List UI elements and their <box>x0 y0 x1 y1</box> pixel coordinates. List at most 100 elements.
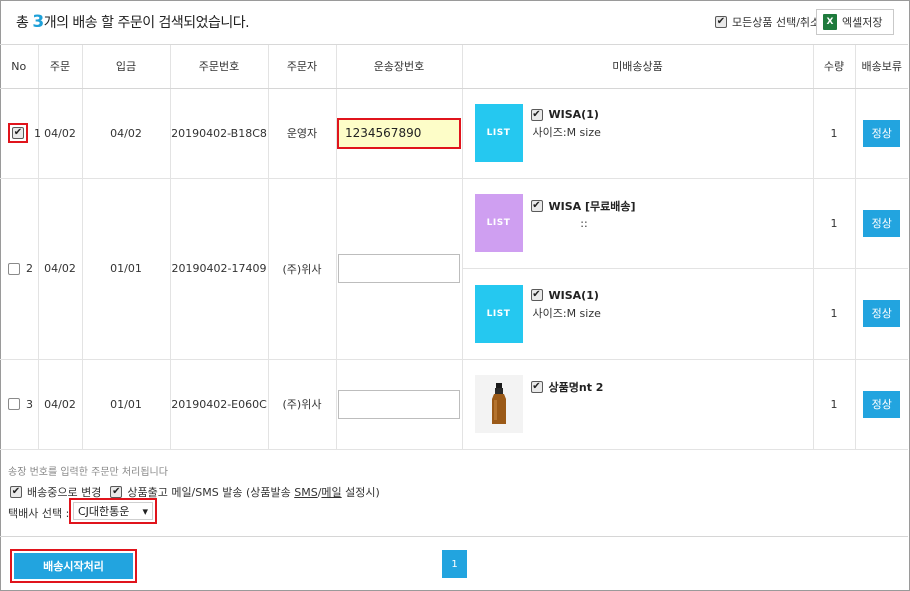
col-qty: 수량 <box>813 45 856 89</box>
product-name[interactable]: WISA(1) <box>549 108 599 121</box>
product-thumbnail[interactable] <box>474 375 523 433</box>
row-number: 2 <box>26 262 33 275</box>
product-name[interactable]: 상품명nt 2 <box>549 379 604 395</box>
order-number[interactable]: 20190402-E060C <box>170 359 269 450</box>
hold-cell: 정상 <box>855 359 908 450</box>
mail-sms-checkbox[interactable]: ✔ <box>110 486 123 498</box>
change-status-checkbox[interactable]: ✔ <box>10 486 22 498</box>
qty-cell: 1 1 <box>813 178 856 360</box>
order-table: No 주문 입금 주문번호 주문자 운송장번호 미배송상품 수량 배송보류 ✔ … <box>0 45 908 450</box>
invoice-input[interactable] <box>338 389 460 419</box>
invoice-input[interactable] <box>338 254 460 283</box>
hold-cell: 정상 정상 <box>855 178 908 360</box>
paid-date: 04/02 <box>82 88 171 179</box>
invoice-cell: 1234567890 <box>336 88 463 179</box>
invoice-cell <box>336 359 463 450</box>
status-button[interactable]: 정상 <box>863 210 901 237</box>
excel-export-label: 엑셀저장 <box>842 16 883 29</box>
row-no-cell: 2 <box>0 178 39 360</box>
courier-highlight: CJ대한통운 ▾ <box>69 498 157 524</box>
start-shipping-highlight: 배송시작처리 <box>10 549 137 583</box>
paid-date: 01/01 <box>82 359 171 450</box>
courier-value: CJ대한통운 <box>78 505 130 518</box>
result-title: 총 3개의 배송 할 주문이 검색되었습니다. <box>16 12 250 32</box>
courier-label: 택배사 선택 : <box>8 507 70 520</box>
customer-name: (주)위사 <box>268 178 337 360</box>
hold-cell: 정상 <box>855 88 908 179</box>
product-cell: LIST ✔ WISA [무료배송] :: LIST ✔ WISA(1) 사이즈:M… <box>462 178 814 360</box>
item-qty: 1 <box>830 307 838 320</box>
sms-settings-link[interactable]: SMS <box>294 486 317 499</box>
product-subrow: LIST ✔ WISA [무료배송] :: <box>462 179 813 269</box>
order-number[interactable]: 20190402-B18C8 <box>170 88 269 179</box>
row-no-cell: 3 <box>0 359 39 450</box>
mail-sms-label: 상품출고 메일/SMS 발송 (상품발송 SMS/메일 설정시) <box>127 484 379 500</box>
product-cell: LIST ✔ WISA(1) 사이즈:M size <box>462 88 814 179</box>
item-checkbox[interactable]: ✔ <box>530 289 543 301</box>
order-date: 04/02 <box>38 88 83 179</box>
table-row: ✔ 1 04/02 04/02 20190402-B18C8 운영자 12345… <box>0 88 908 179</box>
table-row: 3 04/02 01/01 20190402-E060C (주)위사 ✔ 상품명… <box>0 359 908 450</box>
pagination-page[interactable]: 1 <box>442 550 467 578</box>
col-customer: 주문자 <box>268 45 337 89</box>
courier-select[interactable]: CJ대한통운 ▾ <box>73 502 153 520</box>
row-select-highlight: ✔ <box>8 123 28 143</box>
bottle-icon <box>491 383 506 424</box>
row-number: 3 <box>26 397 33 411</box>
product-thumbnail[interactable]: LIST <box>474 104 523 162</box>
col-no: No <box>0 45 39 89</box>
col-products: 미배송상품 <box>462 45 814 89</box>
footer-bar: 배송시작처리 1 <box>0 537 908 590</box>
order-date: 04/02 <box>38 178 83 360</box>
select-all-control[interactable]: ✔ 모든상품 선택/취소 <box>715 14 820 30</box>
col-paid-date: 입금 <box>82 45 171 89</box>
excel-icon: X <box>823 14 837 30</box>
row-number: 1 <box>34 126 41 140</box>
product-option: 사이즈:M size <box>532 306 601 320</box>
table-header-row: No 주문 입금 주문번호 주문자 운송장번호 미배송상품 수량 배송보류 <box>0 45 908 89</box>
product-subrow: LIST ✔ WISA(1) 사이즈:M size <box>463 269 813 359</box>
paid-date: 01/01 <box>82 178 171 360</box>
status-button[interactable]: 정상 <box>863 119 901 147</box>
product-option: 사이즈:M size <box>532 126 601 139</box>
chevron-down-icon: ▾ <box>142 504 148 518</box>
row-checkbox[interactable] <box>8 398 20 410</box>
product-thumbnail[interactable]: LIST <box>474 284 523 343</box>
shipping-options: 송장 번호를 입력한 주문만 처리됩니다 ✔ 배송중으로 변경 ✔ 상품출고 메… <box>0 446 908 537</box>
row-checkbox[interactable]: ✔ <box>12 127 24 139</box>
start-shipping-button[interactable]: 배송시작처리 <box>14 553 133 579</box>
mail-settings-link[interactable]: 메일 <box>321 486 341 499</box>
select-all-label: 모든상품 선택/취소 <box>732 16 821 29</box>
row-checkbox[interactable] <box>8 262 20 275</box>
table-row: 2 04/02 01/01 20190402-17409 (주)위사 LIST … <box>0 178 908 360</box>
item-checkbox[interactable]: ✔ <box>530 200 543 212</box>
invoice-input[interactable]: 1234567890 <box>337 117 461 149</box>
status-button[interactable]: 정상 <box>863 390 901 418</box>
product-name[interactable]: WISA [무료배송] <box>549 198 636 214</box>
invoice-note: 송장 번호를 입력한 주문만 처리됩니다 <box>8 467 168 478</box>
order-number[interactable]: 20190402-17409 <box>170 178 269 360</box>
product-name[interactable]: WISA(1) <box>549 289 599 302</box>
item-qty: 1 <box>813 359 856 450</box>
item-checkbox[interactable]: ✔ <box>530 381 543 393</box>
select-all-checkbox[interactable]: ✔ <box>715 16 727 28</box>
title-suffix: 개의 배송 할 주문이 검색되었습니다. <box>43 15 250 31</box>
col-order-date: 주문 <box>38 45 83 89</box>
col-invoice: 운송장번호 <box>336 45 463 89</box>
invoice-cell <box>336 178 463 360</box>
product-option: :: <box>580 217 588 230</box>
title-prefix: 총 <box>16 15 33 31</box>
result-count: 3 <box>32 12 44 32</box>
order-date: 04/02 <box>38 359 83 450</box>
item-qty: 1 <box>813 88 856 179</box>
status-button[interactable]: 정상 <box>863 300 901 327</box>
product-thumbnail[interactable]: LIST <box>474 194 523 252</box>
options-line: ✔ 배송중으로 변경 ✔ 상품출고 메일/SMS 발송 (상품발송 SMS/메일… <box>10 484 380 500</box>
item-checkbox[interactable]: ✔ <box>530 108 543 121</box>
customer-name: (주)위사 <box>268 359 337 450</box>
excel-export-button[interactable]: X 엑셀저장 <box>816 9 894 35</box>
customer-name: 운영자 <box>268 88 337 179</box>
result-header: 총 3개의 배송 할 주문이 검색되었습니다. ✔ 모든상품 선택/취소 X 엑… <box>0 0 908 45</box>
row-no-cell: ✔ 1 <box>0 88 41 179</box>
col-order-number: 주문번호 <box>170 45 269 89</box>
